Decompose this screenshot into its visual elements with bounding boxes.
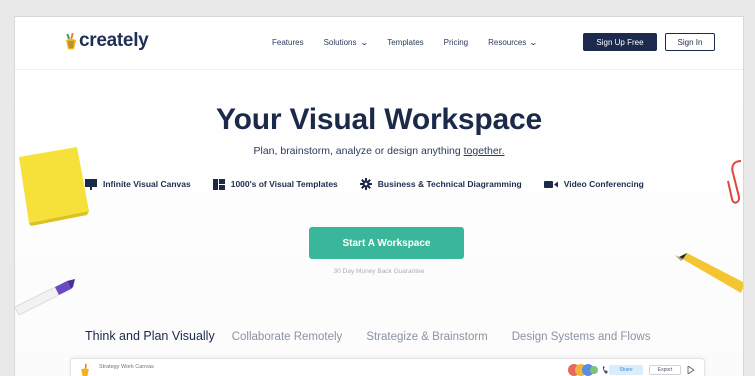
sign-in-button[interactable]: Sign In xyxy=(665,33,715,51)
feature-label: 1000's of Visual Templates xyxy=(230,179,338,189)
canvas-icon xyxy=(85,178,97,190)
nav-features-label: Features xyxy=(272,38,304,47)
feature-label: Business & Technical Diagramming xyxy=(377,179,522,189)
export-button[interactable]: Export xyxy=(649,365,681,375)
export-label: Export xyxy=(657,367,673,373)
gear-icon xyxy=(359,178,372,190)
tab-collaborate-remotely[interactable]: Collaborate Remotely xyxy=(232,331,343,343)
nav-resources-label: Resources xyxy=(488,38,527,47)
chevron-down-icon: ⌄ xyxy=(359,38,369,47)
play-icon[interactable] xyxy=(687,366,695,374)
logo-mark-icon xyxy=(65,32,77,50)
feature-video-conferencing: Video Conferencing xyxy=(543,179,644,189)
hero-title: Your Visual Workspace xyxy=(216,103,542,136)
feature-templates: 1000's of Visual Templates xyxy=(212,178,338,190)
nav-templates-label: Templates xyxy=(387,38,424,47)
nav-pricing[interactable]: Pricing xyxy=(444,38,468,47)
logo-text: creately xyxy=(79,30,149,51)
landing-page: creately Features Solutions ⌄ Templates … xyxy=(14,16,744,376)
together-link[interactable]: together. xyxy=(464,145,505,157)
share-label: Share xyxy=(619,367,633,373)
hero-subtitle: Plan, brainstorm, analyze or design anyt… xyxy=(15,145,743,157)
paper-clip-icon xyxy=(727,160,742,204)
feature-label: Infinite Visual Canvas xyxy=(103,179,191,189)
chevron-down-icon: ⌄ xyxy=(529,38,539,47)
site-header: creately Features Solutions ⌄ Templates … xyxy=(15,17,743,70)
main-nav: Features Solutions ⌄ Templates Pricing R… xyxy=(272,38,539,47)
feature-list: Infinite Visual Canvas 1000's of Visual … xyxy=(85,178,644,190)
feature-diagramming: Business & Technical Diagramming xyxy=(359,178,522,190)
share-button[interactable]: Share xyxy=(609,365,643,375)
call-icon[interactable] xyxy=(602,366,608,374)
app-preview: Strategy Work Canvas Share Export xyxy=(70,358,705,376)
tab-strategize-brainstorm[interactable]: Strategize & Brainstorm xyxy=(366,331,487,343)
nav-resources[interactable]: Resources ⌄ xyxy=(488,38,539,47)
nav-pricing-label: Pricing xyxy=(443,38,469,47)
app-logo-icon xyxy=(81,363,89,376)
feature-infinite-canvas: Infinite Visual Canvas xyxy=(85,178,191,190)
templates-icon xyxy=(212,178,225,190)
nav-solutions-label: Solutions xyxy=(323,38,357,47)
hero-subtitle-text: Plan, brainstorm, analyze or design anyt… xyxy=(253,145,464,157)
nav-solutions[interactable]: Solutions ⌄ xyxy=(323,38,369,47)
nav-features[interactable]: Features xyxy=(272,38,304,47)
preview-title: Strategy Work Canvas xyxy=(99,364,154,370)
collaborator-avatars-icon xyxy=(568,364,598,376)
tab-think-and-plan[interactable]: Think and Plan Visually xyxy=(85,329,215,343)
sign-up-button[interactable]: Sign Up Free xyxy=(583,33,657,51)
guarantee-text: 30 Day Money Back Guarantee xyxy=(333,268,425,275)
feature-label: Video Conferencing xyxy=(563,179,644,189)
nav-templates[interactable]: Templates xyxy=(387,38,423,47)
marker-icon xyxy=(15,279,75,315)
logo[interactable]: creately xyxy=(65,30,149,52)
video-icon xyxy=(543,180,558,188)
tab-design-systems[interactable]: Design Systems and Flows xyxy=(512,331,651,343)
feature-tabs: Think and Plan Visually Collaborate Remo… xyxy=(85,329,650,343)
sticky-note-icon xyxy=(19,147,89,226)
start-workspace-button[interactable]: Start A Workspace xyxy=(309,227,464,259)
